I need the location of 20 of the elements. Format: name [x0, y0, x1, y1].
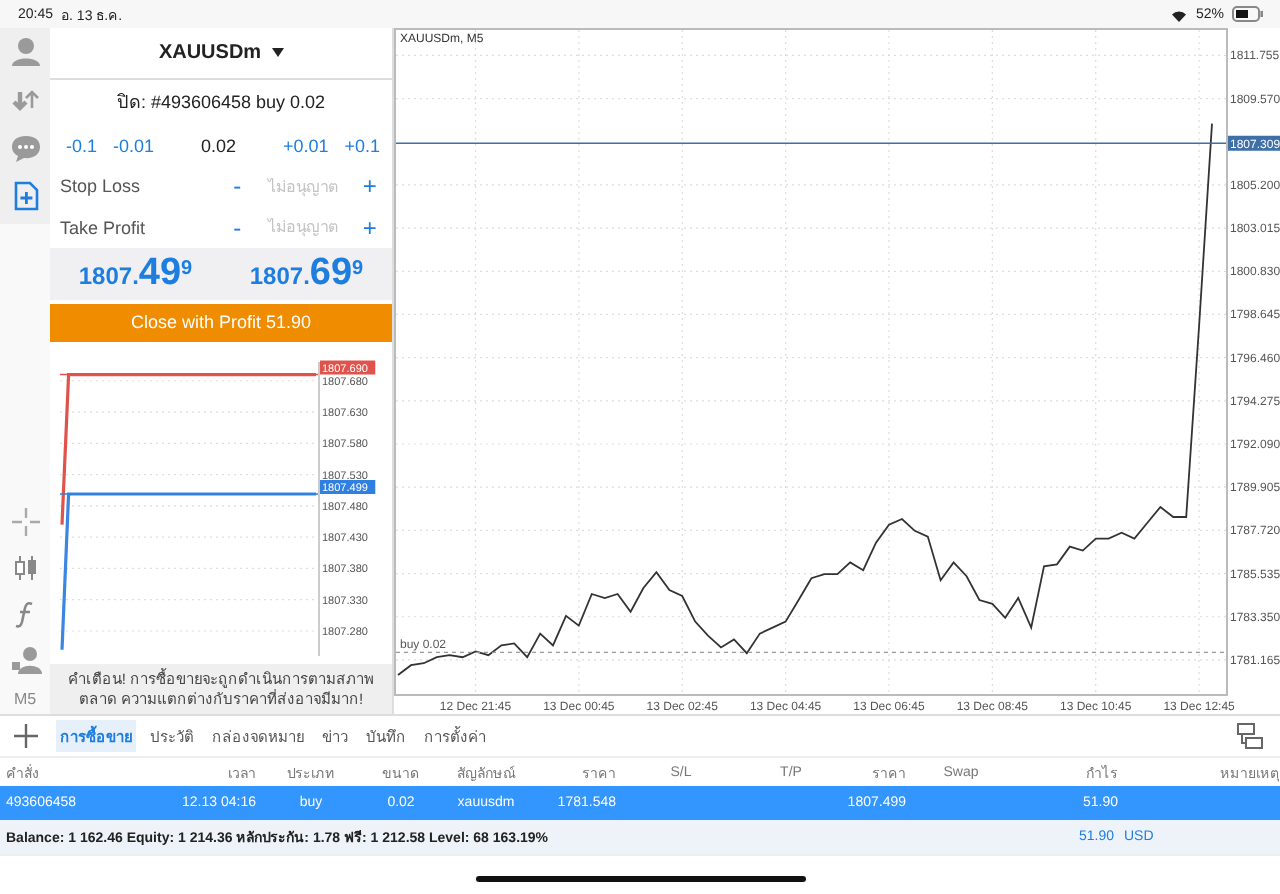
plus-button[interactable]: +: [361, 213, 378, 242]
timeframe-button[interactable]: M5: [13, 690, 37, 708]
volume-step-button[interactable]: +0.01: [282, 135, 329, 156]
price-quote: 1807.49$^{9}$: [78, 251, 193, 296]
order-ticket: ปิด: #493606458 buy 0.02: [114, 90, 328, 117]
price-input[interactable]: ไม่อนุญาต: [251, 175, 356, 198]
symbol-name: XAUUSDm: [158, 42, 262, 65]
volume-value: 0.02: [198, 135, 238, 156]
close-button[interactable]: Close with Profit 51.90: [50, 303, 392, 343]
minus-button[interactable]: -: [228, 172, 246, 201]
price-input[interactable]: ไม่อนุญาต: [251, 216, 356, 239]
volume-step-button[interactable]: -0.1: [66, 135, 98, 156]
field-label: Take Profit: [60, 217, 148, 238]
volume-step-button[interactable]: +0.1: [344, 135, 380, 156]
minus-button[interactable]: -: [228, 213, 246, 242]
price-quote: 1807.69$^{9}$: [249, 251, 364, 296]
plus-button[interactable]: +: [361, 172, 378, 201]
symbol-header[interactable]: XAUUSDm: [50, 28, 392, 81]
volume-step-button[interactable]: -0.01: [113, 135, 155, 156]
field-label: Stop Loss: [60, 176, 143, 197]
